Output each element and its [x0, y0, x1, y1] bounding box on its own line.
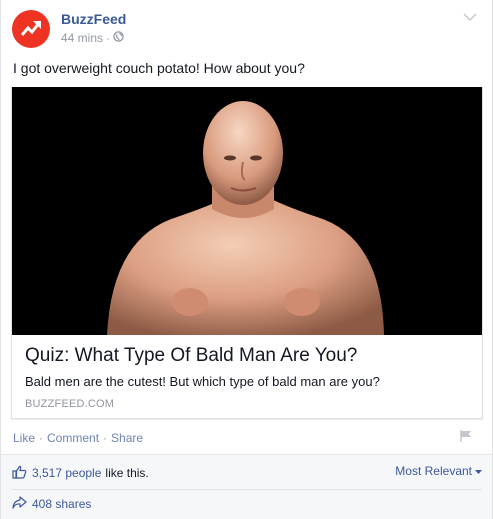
link-card-description: Bald men are the cutest! But which type …: [25, 374, 380, 389]
divider: [12, 489, 482, 490]
link-card-title[interactable]: Quiz: What Type Of Bald Man Are You?: [25, 345, 357, 367]
post-status-text: I got overweight couch potato! How about…: [13, 60, 305, 76]
caret-down-icon: [475, 464, 482, 478]
chevron-down-icon[interactable]: [463, 9, 481, 23]
page-name-link[interactable]: BuzzFeed: [61, 11, 126, 27]
share-link[interactable]: Share: [111, 431, 143, 445]
link-card-image[interactable]: [12, 87, 482, 335]
post-meta: 44 mins ·: [61, 31, 124, 45]
shares-count: 408 shares: [32, 497, 92, 511]
page-avatar[interactable]: [11, 9, 51, 49]
share-arrow-icon: [12, 496, 27, 512]
thumbs-up-icon: [12, 465, 27, 482]
shares-row[interactable]: 408 shares: [12, 496, 91, 512]
buzzfeed-logo-icon: [12, 10, 50, 48]
facebook-post: BuzzFeed 44 mins · I got overweight couc…: [0, 0, 493, 519]
post-timestamp[interactable]: 44 mins: [61, 31, 103, 45]
man-photo: [12, 87, 482, 335]
comment-link[interactable]: Comment: [47, 431, 99, 445]
flag-icon[interactable]: [459, 429, 473, 443]
likes-text: like this.: [105, 466, 149, 480]
feedback-section: 3,517 people like this. Most Relevant 40…: [1, 454, 492, 519]
link-card[interactable]: Quiz: What Type Of Bald Man Are You? Bal…: [11, 87, 483, 419]
globe-icon[interactable]: [113, 31, 124, 45]
likes-count-link[interactable]: 3,517 people: [32, 466, 101, 480]
like-link[interactable]: Like: [13, 431, 35, 445]
action-separator: ·: [103, 431, 108, 445]
sort-label: Most Relevant: [395, 464, 472, 478]
most-relevant-dropdown[interactable]: Most Relevant: [395, 464, 482, 478]
action-separator: ·: [39, 431, 44, 445]
link-card-domain: BUZZFEED.COM: [25, 398, 115, 410]
post-header: BuzzFeed 44 mins ·: [11, 9, 481, 49]
meta-separator: ·: [106, 31, 111, 45]
post-actions: Like · Comment · Share: [13, 431, 143, 445]
